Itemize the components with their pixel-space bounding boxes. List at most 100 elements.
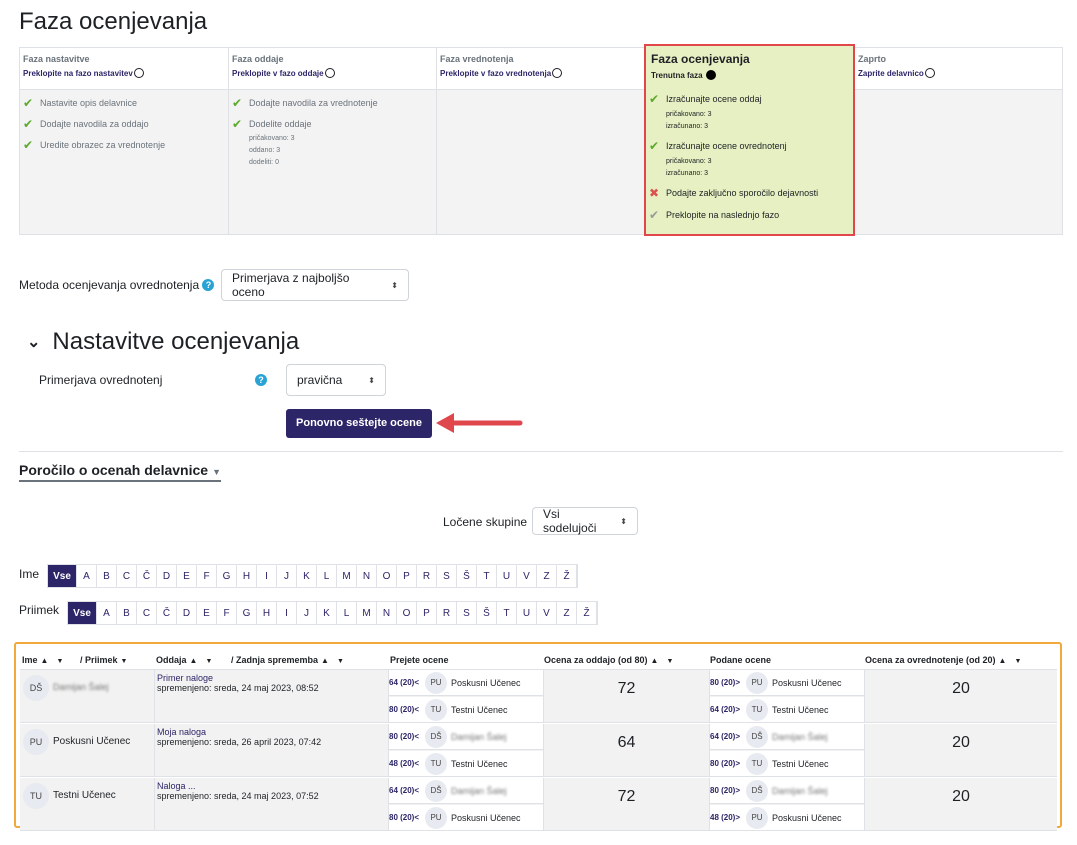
task-item: ✔ Izračunajte ocene ovrednotenj [649, 139, 787, 153]
initial-letter[interactable]: K [297, 565, 318, 587]
switch-phase-link[interactable]: Preklopite na fazo nastavitev [23, 68, 225, 78]
peer-grade-value[interactable]: 64 (20)< [389, 678, 425, 687]
initial-letter[interactable]: G [237, 602, 258, 624]
initial-letter[interactable]: S [457, 602, 478, 624]
initial-letter[interactable]: K [317, 602, 338, 624]
sort-grade-submission[interactable]: Ocena za oddajo (od 80) ▲ ▼ [544, 655, 673, 665]
sort-grade-assessment[interactable]: Ocena za ovrednotenje (od 20) ▲ ▼ [865, 655, 1021, 665]
participant-name[interactable]: Damijan Šalej [53, 682, 109, 692]
initial-letter[interactable]: U [497, 565, 518, 587]
help-icon[interactable]: ? [202, 279, 215, 291]
initial-letter[interactable]: B [117, 602, 138, 624]
peer-grade-value[interactable]: 80 (20)< [389, 705, 425, 714]
submission-link[interactable]: Naloga ... [157, 781, 386, 791]
initial-letter[interactable]: I [277, 602, 298, 624]
initial-letter[interactable]: A [77, 565, 98, 587]
initial-letter[interactable]: R [437, 602, 458, 624]
peer-grade-value[interactable]: 48 (20)< [389, 759, 425, 768]
peer-grade-value[interactable]: 80 (20)> [710, 759, 746, 768]
initial-letter[interactable]: O [377, 565, 398, 587]
initial-letter[interactable]: P [417, 602, 438, 624]
initial-letter[interactable]: N [357, 565, 378, 587]
switch-phase-link[interactable]: Preklopite v fazo oddaje [232, 68, 433, 78]
peer-grade-value[interactable]: 64 (20)< [389, 786, 425, 795]
switch-phase-link[interactable]: Zaprite delavnico [858, 68, 1059, 78]
initial-letter[interactable]: N [377, 602, 398, 624]
initial-letter[interactable]: L [317, 565, 338, 587]
phase-circle-icon [552, 68, 563, 78]
groups-select[interactable]: Vsi sodelujoči ⬍ [532, 507, 638, 535]
recalculate-grades-button[interactable]: Ponovno seštejte ocene [286, 409, 432, 438]
check-icon: ✔ [23, 96, 34, 110]
initial-letter[interactable]: C [117, 565, 138, 587]
initial-all[interactable]: Vse [48, 565, 78, 587]
initial-letter[interactable]: F [217, 602, 238, 624]
initial-letter[interactable]: E [197, 602, 218, 624]
peer-grade-value[interactable]: 80 (20)> [710, 786, 746, 795]
sort-first-name[interactable]: Ime ▲ ▼ [22, 655, 63, 665]
initial-letter[interactable]: I [257, 565, 278, 587]
evaluation-method-select[interactable]: Primerjava z najboljšo oceno ⬍ [221, 269, 409, 301]
peer-grade-value[interactable]: 80 (20)> [710, 678, 746, 687]
initial-letter[interactable]: T [477, 565, 498, 587]
initial-letter[interactable]: Ž [557, 565, 578, 587]
initial-letter[interactable]: V [537, 602, 558, 624]
submission-link[interactable]: Primer naloge [157, 673, 386, 683]
initial-letter[interactable]: R [417, 565, 438, 587]
initial-letter[interactable]: H [237, 565, 258, 587]
peer-name: Damijan Šalej [451, 731, 507, 742]
initial-letter[interactable]: S [437, 565, 458, 587]
initial-letter[interactable]: B [97, 565, 118, 587]
initial-letter[interactable]: T [497, 602, 518, 624]
switch-phase-link[interactable]: Preklopite v fazo vrednotenja [440, 68, 642, 78]
peer-grade-value[interactable]: 64 (20)> [710, 732, 746, 741]
submission-link[interactable]: Moja naloga [157, 727, 386, 737]
check-icon: ✔ [23, 117, 34, 131]
initial-letter[interactable]: G [217, 565, 238, 587]
initial-letter[interactable]: O [397, 602, 418, 624]
comparison-select[interactable]: pravična ⬍ [286, 364, 386, 396]
initial-letter[interactable]: Č [137, 565, 158, 587]
peer-grade-value[interactable]: 80 (20)< [389, 732, 425, 741]
peer-grade-value[interactable]: 80 (20)< [389, 813, 425, 822]
task-stat: izračunano: 3 [666, 170, 709, 177]
report-title[interactable]: Poročilo o ocenah delavnice ▼ [19, 462, 221, 482]
header-received: Prejete ocene [390, 654, 449, 665]
initial-letter[interactable]: D [157, 565, 178, 587]
initial-letter[interactable]: M [337, 565, 358, 587]
initial-letter[interactable]: Z [557, 602, 578, 624]
initial-letter[interactable]: A [97, 602, 118, 624]
avatar: PU [746, 806, 768, 829]
peer-grade-value[interactable]: 64 (20)> [710, 705, 746, 714]
initial-letter[interactable]: U [517, 602, 538, 624]
initial-letter[interactable]: Š [477, 602, 498, 624]
initial-letter[interactable]: Š [457, 565, 478, 587]
sort-last-change[interactable]: / Zadnja sprememba ▲ ▼ [231, 655, 344, 665]
initial-all[interactable]: Vse [68, 602, 98, 624]
participant-name[interactable]: Testni Učenec [53, 790, 116, 801]
participant-name[interactable]: Poskusni Učenec [53, 736, 130, 747]
grading-settings-header[interactable]: ⌄ Nastavitve ocenjevanja [27, 328, 299, 356]
sort-last-name[interactable]: / Priimek ▼ [80, 655, 127, 665]
initial-letter[interactable]: H [257, 602, 278, 624]
task-item: ✔ Dodelite oddaje [232, 117, 312, 131]
sort-submission[interactable]: Oddaja ▲ ▼ [156, 655, 212, 665]
help-icon[interactable]: ? [255, 374, 267, 386]
initial-letter[interactable]: J [297, 602, 318, 624]
initial-letter[interactable]: M [357, 602, 378, 624]
initial-letter[interactable]: Č [157, 602, 178, 624]
initial-letter[interactable]: V [517, 565, 538, 587]
peer-grade: 80 (20)< DŠ Damijan Šalej [389, 724, 543, 750]
peer-grade: 64 (20)> TU Testni Učenec [710, 697, 864, 723]
initial-letter[interactable]: E [177, 565, 198, 587]
peer-grade-value[interactable]: 48 (20)> [710, 813, 746, 822]
check-icon: ✔ [649, 92, 660, 106]
initial-letter[interactable]: J [277, 565, 298, 587]
initial-letter[interactable]: Ž [577, 602, 598, 624]
initial-letter[interactable]: F [197, 565, 218, 587]
initial-letter[interactable]: D [177, 602, 198, 624]
initial-letter[interactable]: P [397, 565, 418, 587]
initial-letter[interactable]: L [337, 602, 358, 624]
initial-letter[interactable]: Z [537, 565, 558, 587]
initial-letter[interactable]: C [137, 602, 158, 624]
